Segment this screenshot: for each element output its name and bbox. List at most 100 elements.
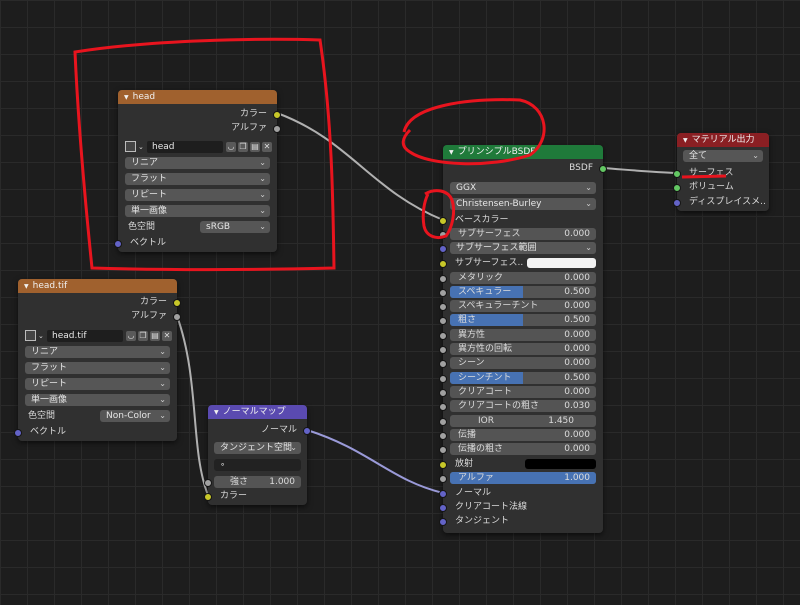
value-socket-icon[interactable] bbox=[439, 317, 447, 325]
vector-socket-icon[interactable] bbox=[14, 429, 22, 437]
value-socket-icon[interactable] bbox=[439, 446, 447, 454]
shader-socket-icon[interactable] bbox=[673, 170, 681, 178]
transmission-roughness-slider[interactable]: 伝播の粗さ 0.000 bbox=[450, 443, 596, 455]
vector-socket-icon[interactable] bbox=[439, 518, 447, 526]
value-socket-icon[interactable] bbox=[439, 275, 447, 283]
subsurface-method-dropdown[interactable]: Christensen-Burley ⌄ bbox=[450, 198, 596, 210]
color-socket-icon[interactable] bbox=[204, 493, 212, 501]
value-socket-icon[interactable] bbox=[439, 403, 447, 411]
color-socket-icon[interactable] bbox=[273, 111, 281, 119]
image-selector[interactable]: ⌄ head.tif ◡ ❐ ▤ ✕ bbox=[25, 330, 172, 342]
value-socket-icon[interactable] bbox=[439, 303, 447, 311]
strength-socket-icon[interactable] bbox=[204, 479, 212, 487]
value-socket-icon[interactable] bbox=[439, 389, 447, 397]
fake-user-shield-icon[interactable]: ◡ bbox=[126, 331, 136, 341]
clearcoat-slider[interactable]: クリアコート 0.000 bbox=[450, 386, 596, 398]
close-icon[interactable]: ✕ bbox=[262, 142, 272, 152]
color-socket-icon[interactable] bbox=[439, 217, 447, 225]
alpha-socket-icon[interactable] bbox=[273, 125, 281, 133]
open-folder-icon[interactable]: ▤ bbox=[150, 331, 160, 341]
vector-socket-icon[interactable] bbox=[439, 504, 447, 512]
node-header[interactable]: ▼ head.tif bbox=[18, 279, 177, 293]
ior-slider[interactable]: IOR 1.450 bbox=[450, 415, 596, 427]
vector-socket-icon[interactable] bbox=[673, 199, 681, 207]
space-dropdown[interactable]: タンジェント空間 ⌄ bbox=[214, 442, 301, 454]
alpha-socket-icon[interactable] bbox=[173, 313, 181, 321]
image-selector[interactable]: ⌄ head ◡ ❐ ▤ ✕ bbox=[125, 141, 272, 153]
duplicate-icon[interactable]: ❐ bbox=[238, 142, 248, 152]
color-socket-icon[interactable] bbox=[439, 461, 447, 469]
extension-dropdown[interactable]: リピート ⌄ bbox=[125, 189, 270, 201]
distribution-dropdown[interactable]: GGX ⌄ bbox=[450, 182, 596, 194]
value-socket-icon[interactable] bbox=[439, 332, 447, 340]
value-socket-icon[interactable] bbox=[439, 231, 447, 239]
value-socket-icon[interactable] bbox=[439, 418, 447, 426]
transmission-slider[interactable]: 伝播 0.000 bbox=[450, 429, 596, 441]
interpolation-dropdown[interactable]: リニア ⌄ bbox=[125, 157, 270, 169]
shader-socket-icon[interactable] bbox=[599, 165, 607, 173]
value-socket-icon[interactable] bbox=[439, 432, 447, 440]
image-texture-node-headtif[interactable]: ▼ head.tif カラー アルファ ⌄ head.tif ◡ ❐ ▤ ✕ リニ… bbox=[14, 279, 181, 441]
specular-tint-slider[interactable]: スペキュラーチント 0.000 bbox=[450, 300, 596, 312]
collapse-arrow-icon[interactable]: ▼ bbox=[683, 137, 688, 144]
principled-bsdf-node[interactable]: ▼ プリンシプルBSDF BSDF GGX ⌄ Christensen-Burley… bbox=[439, 145, 607, 533]
value-socket-icon[interactable] bbox=[439, 346, 447, 354]
node-header[interactable]: ▼ マテリアル出力 bbox=[677, 133, 769, 147]
duplicate-icon[interactable]: ❐ bbox=[138, 331, 148, 341]
collapse-arrow-icon[interactable]: ▼ bbox=[124, 94, 129, 101]
shader-socket-icon[interactable] bbox=[673, 184, 681, 192]
image-name-field[interactable]: head.tif bbox=[47, 330, 123, 342]
vector-socket-icon[interactable] bbox=[439, 245, 447, 253]
vector-socket-icon[interactable] bbox=[439, 490, 447, 498]
chevron-down-icon[interactable]: ⌄ bbox=[38, 330, 44, 342]
roughness-slider[interactable]: 粗さ 0.500 bbox=[450, 314, 596, 326]
strength-slider[interactable]: 強さ 1.000 bbox=[214, 476, 301, 488]
anisotropic-rotation-slider[interactable]: 異方性の回転 0.000 bbox=[450, 343, 596, 355]
alpha-slider[interactable]: アルファ 1.000 bbox=[450, 472, 596, 484]
node-header[interactable]: ▼ head bbox=[118, 90, 277, 104]
collapse-arrow-icon[interactable]: ▼ bbox=[214, 409, 219, 416]
value-socket-icon[interactable] bbox=[439, 475, 447, 483]
subsurface-slider[interactable]: サブサーフェス 0.000 bbox=[450, 228, 596, 240]
fake-user-shield-icon[interactable]: ◡ bbox=[226, 142, 236, 152]
image-browse-icon[interactable] bbox=[125, 141, 136, 152]
image-browse-icon[interactable] bbox=[25, 330, 36, 341]
normal-socket-icon[interactable] bbox=[303, 427, 311, 435]
subsurface-color-swatch[interactable] bbox=[527, 258, 596, 268]
vector-socket-icon[interactable] bbox=[114, 240, 122, 248]
target-dropdown[interactable]: 全て ⌄ bbox=[683, 150, 763, 162]
collapse-arrow-icon[interactable]: ▼ bbox=[449, 149, 454, 156]
image-texture-node-head[interactable]: ▼ head カラー アルファ ⌄ head ◡ ❐ ▤ ✕ リニア ⌄ フラット ⌄… bbox=[114, 90, 281, 252]
chevron-down-icon[interactable]: ⌄ bbox=[138, 141, 144, 153]
clearcoat-roughness-slider[interactable]: クリアコートの粗さ 0.030 bbox=[450, 400, 596, 412]
interpolation-dropdown[interactable]: リニア ⌄ bbox=[25, 346, 170, 358]
material-output-node[interactable]: ▼ マテリアル出力 全て ⌄ サーフェス ボリューム ディスプレイスメ.. bbox=[673, 133, 769, 211]
emission-color-swatch[interactable] bbox=[525, 459, 596, 469]
sheen-tint-slider[interactable]: シーンチント 0.500 bbox=[450, 372, 596, 384]
normal-map-node[interactable]: ▼ ノーマルマップ ノーマル タンジェント空間 ⌄ ∘ 強さ 1.000 カラー bbox=[204, 405, 311, 505]
extension-dropdown[interactable]: リピート ⌄ bbox=[25, 378, 170, 390]
value-socket-icon[interactable] bbox=[439, 289, 447, 297]
node-header[interactable]: ▼ プリンシプルBSDF bbox=[443, 145, 603, 159]
projection-dropdown[interactable]: フラット ⌄ bbox=[25, 362, 170, 374]
node-header[interactable]: ▼ ノーマルマップ bbox=[208, 405, 307, 419]
close-icon[interactable]: ✕ bbox=[162, 331, 172, 341]
colorspace-dropdown[interactable]: sRGB ⌄ bbox=[200, 221, 270, 233]
sheen-slider[interactable]: シーン 0.000 bbox=[450, 357, 596, 369]
colorspace-dropdown[interactable]: Non-Color ⌄ bbox=[100, 410, 170, 422]
subsurface-radius-dropdown[interactable]: サブサーフェス範囲 ⌄ bbox=[450, 242, 596, 254]
open-folder-icon[interactable]: ▤ bbox=[250, 142, 260, 152]
uv-map-field[interactable]: ∘ bbox=[214, 459, 301, 471]
projection-dropdown[interactable]: フラット ⌄ bbox=[125, 173, 270, 185]
color-socket-icon[interactable] bbox=[439, 260, 447, 268]
specular-slider[interactable]: スペキュラー 0.500 bbox=[450, 286, 596, 298]
source-dropdown[interactable]: 単一画像 ⌄ bbox=[125, 205, 270, 217]
value-socket-icon[interactable] bbox=[439, 375, 447, 383]
value-socket-icon[interactable] bbox=[439, 360, 447, 368]
anisotropic-slider[interactable]: 異方性 0.000 bbox=[450, 329, 596, 341]
metallic-slider[interactable]: メタリック 0.000 bbox=[450, 272, 596, 284]
collapse-arrow-icon[interactable]: ▼ bbox=[24, 283, 29, 290]
source-dropdown[interactable]: 単一画像 ⌄ bbox=[25, 394, 170, 406]
image-name-field[interactable]: head bbox=[147, 141, 223, 153]
color-socket-icon[interactable] bbox=[173, 299, 181, 307]
